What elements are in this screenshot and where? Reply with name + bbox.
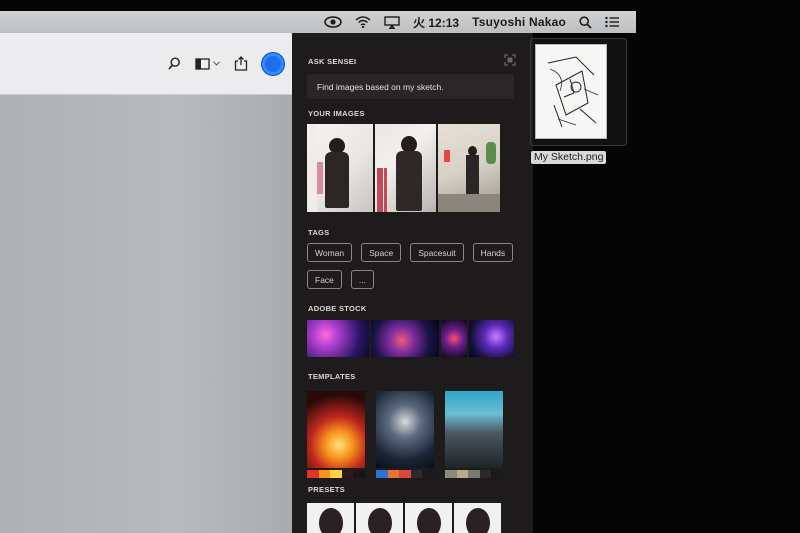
eye-icon[interactable]: [324, 16, 342, 28]
panel-toggle-icon[interactable]: [195, 57, 220, 70]
sketch-file-thumbnail[interactable]: [535, 44, 607, 139]
tag-more[interactable]: ...: [350, 270, 374, 289]
airplay-icon[interactable]: [384, 15, 400, 29]
stock-thumbnail[interactable]: [469, 320, 514, 357]
search-icon[interactable]: [168, 57, 181, 70]
expand-icon[interactable]: [504, 54, 516, 66]
search-icon[interactable]: [579, 15, 592, 29]
adobe-stock-title: ADOBE STOCK: [308, 304, 367, 313]
chevron-down-icon: [213, 61, 220, 66]
preset-thumbnail[interactable]: [307, 503, 354, 533]
template-card[interactable]: [376, 391, 445, 478]
menubar-clock[interactable]: 火 12:13: [413, 14, 459, 31]
share-icon[interactable]: [234, 56, 248, 71]
app-window: [0, 33, 292, 533]
ask-sensei-input[interactable]: Find images based on my sketch.: [307, 74, 514, 99]
avatar[interactable]: [262, 52, 284, 75]
templates-title: TEMPLATES: [308, 372, 356, 381]
your-images-row: [307, 124, 500, 212]
preset-thumbnail[interactable]: [405, 503, 452, 533]
image-thumbnail[interactable]: [307, 124, 373, 212]
presets-title: PRESETS: [308, 485, 346, 494]
your-images-title: YOUR IMAGES: [308, 109, 365, 118]
color-swatches: [445, 470, 503, 478]
sensei-panel: ASK SENSEI Find images based on my sketc…: [292, 33, 533, 533]
tag-hands[interactable]: Hands: [472, 243, 514, 262]
adobe-stock-row: [307, 320, 514, 357]
preset-thumbnail[interactable]: [454, 503, 501, 533]
presets-row: [307, 503, 501, 533]
color-swatches: [376, 470, 434, 478]
image-thumbnail[interactable]: [375, 124, 436, 212]
menu-bar: 火 12:13 Tsuyoshi Nakao: [0, 11, 636, 33]
tag-face[interactable]: Face: [307, 270, 342, 289]
tags-list: Woman Space Spacesuit Hands Face ...: [307, 243, 517, 289]
image-thumbnail[interactable]: [438, 124, 500, 212]
file-name-label[interactable]: My Sketch.png: [531, 151, 607, 164]
tags-title: TAGS: [308, 228, 330, 237]
template-card[interactable]: [445, 391, 514, 478]
tag-space[interactable]: Space: [361, 243, 402, 262]
stock-thumbnail[interactable]: [371, 320, 439, 357]
wifi-icon[interactable]: [355, 16, 371, 28]
preset-thumbnail[interactable]: [356, 503, 403, 533]
app-toolbar: [0, 33, 292, 95]
list-icon[interactable]: [605, 16, 620, 28]
stock-thumbnail[interactable]: [307, 320, 369, 357]
ask-sensei-title: ASK SENSEI: [308, 57, 357, 66]
tag-woman[interactable]: Woman: [307, 243, 353, 262]
color-swatches: [307, 470, 365, 478]
template-card[interactable]: [307, 391, 376, 478]
tag-spacesuit[interactable]: Spacesuit: [410, 243, 464, 262]
sketch-drawing: [547, 56, 599, 128]
stock-thumbnail[interactable]: [441, 320, 467, 357]
templates-row: [307, 391, 514, 478]
menubar-user-name[interactable]: Tsuyoshi Nakao: [472, 15, 566, 29]
